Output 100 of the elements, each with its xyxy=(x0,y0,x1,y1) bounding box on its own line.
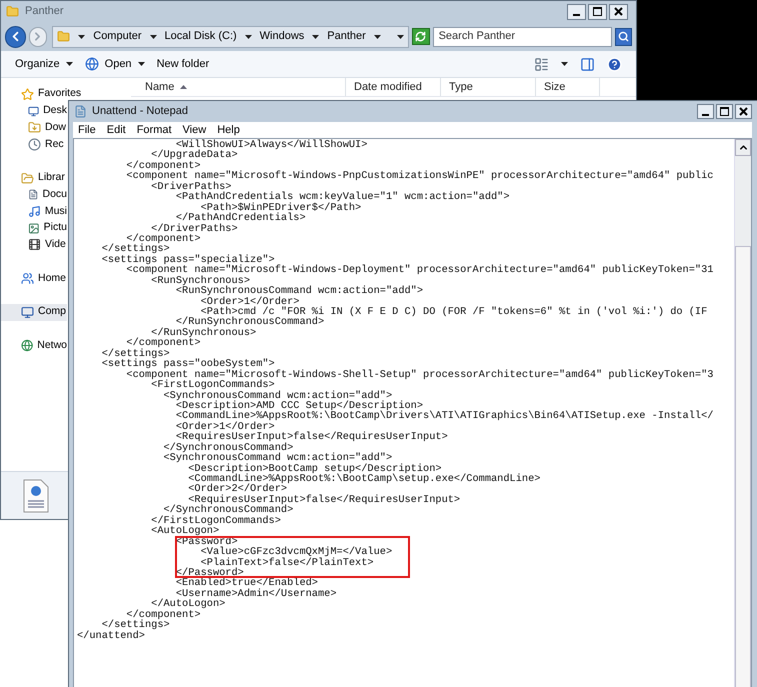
code-line: <WillShowUI>Always</WillShowUI> xyxy=(176,140,368,150)
code-line: </component> xyxy=(126,610,201,620)
sidebar-item[interactable]: Netwo xyxy=(1,338,67,354)
menu-item[interactable]: Format xyxy=(136,122,172,138)
minimize-button[interactable] xyxy=(697,104,714,119)
code-line: <CommandLine>%AppsRoot%:\BootCamp\Drivers\ATI\ATIGraphics\Bin64\ATISetup.exe -Install</ xyxy=(174,411,714,422)
breadcrumb-item[interactable]: Panther xyxy=(327,28,366,45)
window-title: Panther xyxy=(25,4,64,20)
code-line: </Password> xyxy=(174,568,244,578)
column-header[interactable]: Name xyxy=(131,78,346,96)
help-icon[interactable] xyxy=(607,56,622,72)
film-icon xyxy=(28,238,41,252)
code-line: </FirstLogonCommands> xyxy=(150,516,281,526)
caret-icon xyxy=(138,62,145,66)
code-line: <component name="Microsoft-Windows-PnpCustomizationsWinPE" processorArchitecture="amd64" public xyxy=(125,171,714,182)
sidebar-item[interactable]: Musi xyxy=(1,203,67,220)
sidebar-item[interactable]: Dow xyxy=(1,119,67,136)
sidebar-item[interactable]: Docu xyxy=(1,186,67,204)
code-line: <PlainText>false</PlainText> xyxy=(200,558,374,568)
code-line: <DriverPaths> xyxy=(150,182,232,192)
column-header[interactable]: Size xyxy=(536,78,600,96)
back-button[interactable] xyxy=(5,26,26,48)
breadcrumb-item[interactable]: Local Disk (C:) xyxy=(164,28,237,45)
code-line: <Path>cmd /c "FOR %i IN (X F E D C) DO (FOR /F "tokens=6" %t in ('vol %i:') do (IF xyxy=(200,307,708,318)
code-line: </unattend> xyxy=(77,630,145,641)
caret-icon xyxy=(312,34,320,38)
code-line: </RunSynchronousCommand> xyxy=(176,317,324,328)
sidebar-item[interactable]: Home xyxy=(1,270,67,287)
scrollbar[interactable] xyxy=(734,139,751,687)
code-line: </component> xyxy=(126,234,201,244)
sidebar-item[interactable]: Desk xyxy=(1,102,67,120)
caret-icon xyxy=(374,34,381,38)
maximize-button[interactable] xyxy=(716,104,733,119)
code-line: <RunSynchronous> xyxy=(150,276,250,286)
minimize-button[interactable] xyxy=(567,4,586,20)
maximize-button[interactable] xyxy=(588,4,607,20)
menu-item[interactable]: View xyxy=(182,122,206,138)
code-line: <FirstLogonCommands> xyxy=(151,380,275,390)
code-line: </component> xyxy=(126,338,201,349)
toolbar-button[interactable]: Open xyxy=(84,54,145,74)
folder-icon xyxy=(6,5,19,18)
caret-icon xyxy=(561,62,568,66)
sidebar-item[interactable]: Vide xyxy=(1,236,67,254)
refresh-icon xyxy=(415,31,426,42)
close-button[interactable] xyxy=(609,4,628,20)
menu-item[interactable]: File xyxy=(78,122,96,138)
close-icon xyxy=(739,107,748,116)
search-icon xyxy=(618,31,630,42)
search-field[interactable]: Search Panther xyxy=(432,26,612,46)
people-icon xyxy=(21,272,34,286)
code-line: <SynchronousCommand wcm:action="add"> xyxy=(162,390,392,401)
view-list-icon[interactable] xyxy=(534,56,549,72)
sidebar-item[interactable]: Rec xyxy=(1,136,67,153)
code-line: </SynchronousCommand> xyxy=(162,442,294,454)
picture-icon xyxy=(28,222,40,235)
toolbar-button[interactable]: Organize xyxy=(15,54,73,74)
sidebar-item[interactable]: Librar xyxy=(1,170,67,186)
code-line: <Path>$WinPEDriver$</Path> xyxy=(200,202,362,214)
globe-icon xyxy=(84,57,99,71)
code-line: </RunSynchronous> xyxy=(151,328,256,338)
code-line: <Value>cGFzc3dvcmQxMjM=</Value> xyxy=(200,547,392,558)
caret-icon xyxy=(150,34,157,38)
scroll-thumb[interactable] xyxy=(735,246,751,687)
maximize-icon xyxy=(593,7,602,16)
menu-item[interactable]: Edit xyxy=(106,122,126,138)
window-title: Unattend - Notepad xyxy=(92,104,188,120)
web-document-icon xyxy=(23,478,49,512)
folder-icon xyxy=(21,172,34,185)
code-line: <CommandLine>%AppsRoot%:\BootCamp\setup.exe</CommandLine> xyxy=(187,474,540,484)
code-line: <Description>BootCamp setup</Description> xyxy=(187,464,442,474)
breadcrumb-item[interactable]: Windows xyxy=(260,28,304,45)
caret-icon xyxy=(244,34,252,38)
search-button[interactable] xyxy=(615,28,632,46)
code-line: <component name="Microsoft-Windows-Deployment" processorArchitecture="amd64" publicKeyToken="31 xyxy=(126,265,714,276)
sort-ascending-icon xyxy=(180,85,188,89)
globe-icon xyxy=(21,339,34,352)
column-header[interactable]: Type xyxy=(441,78,536,96)
code-line: </DriverPaths> xyxy=(151,224,238,234)
code-line: <Order>1</Order> xyxy=(174,422,275,432)
toolbar-button[interactable]: New folder xyxy=(156,54,210,74)
code-line: </settings> xyxy=(100,244,170,255)
maximize-icon xyxy=(720,107,729,116)
caret-icon xyxy=(78,34,86,38)
code-line: <Password> xyxy=(174,536,238,548)
breadcrumb-item[interactable]: Computer xyxy=(93,28,142,45)
code-line: </PathAndCredentials> xyxy=(176,213,306,224)
sidebar-item[interactable]: Comp xyxy=(1,304,67,321)
star-icon xyxy=(21,88,34,101)
preview-pane-icon[interactable] xyxy=(580,56,595,72)
menu-item[interactable]: Help xyxy=(217,122,240,138)
caret-icon xyxy=(396,34,404,38)
column-header[interactable]: Date modified xyxy=(346,78,441,96)
address-bar[interactable]: Computer Local Disk (C:) Windows Panther xyxy=(52,26,409,48)
sidebar-item[interactable]: Favorites xyxy=(1,86,84,103)
refresh-button[interactable] xyxy=(412,28,430,45)
notepad-icon xyxy=(74,105,87,118)
code-line: <Order>2</Order> xyxy=(187,484,288,495)
sidebar-item[interactable]: Pictu xyxy=(1,220,67,236)
close-button[interactable] xyxy=(735,104,752,119)
code-line: <Username>Admin</Username> xyxy=(176,588,337,600)
